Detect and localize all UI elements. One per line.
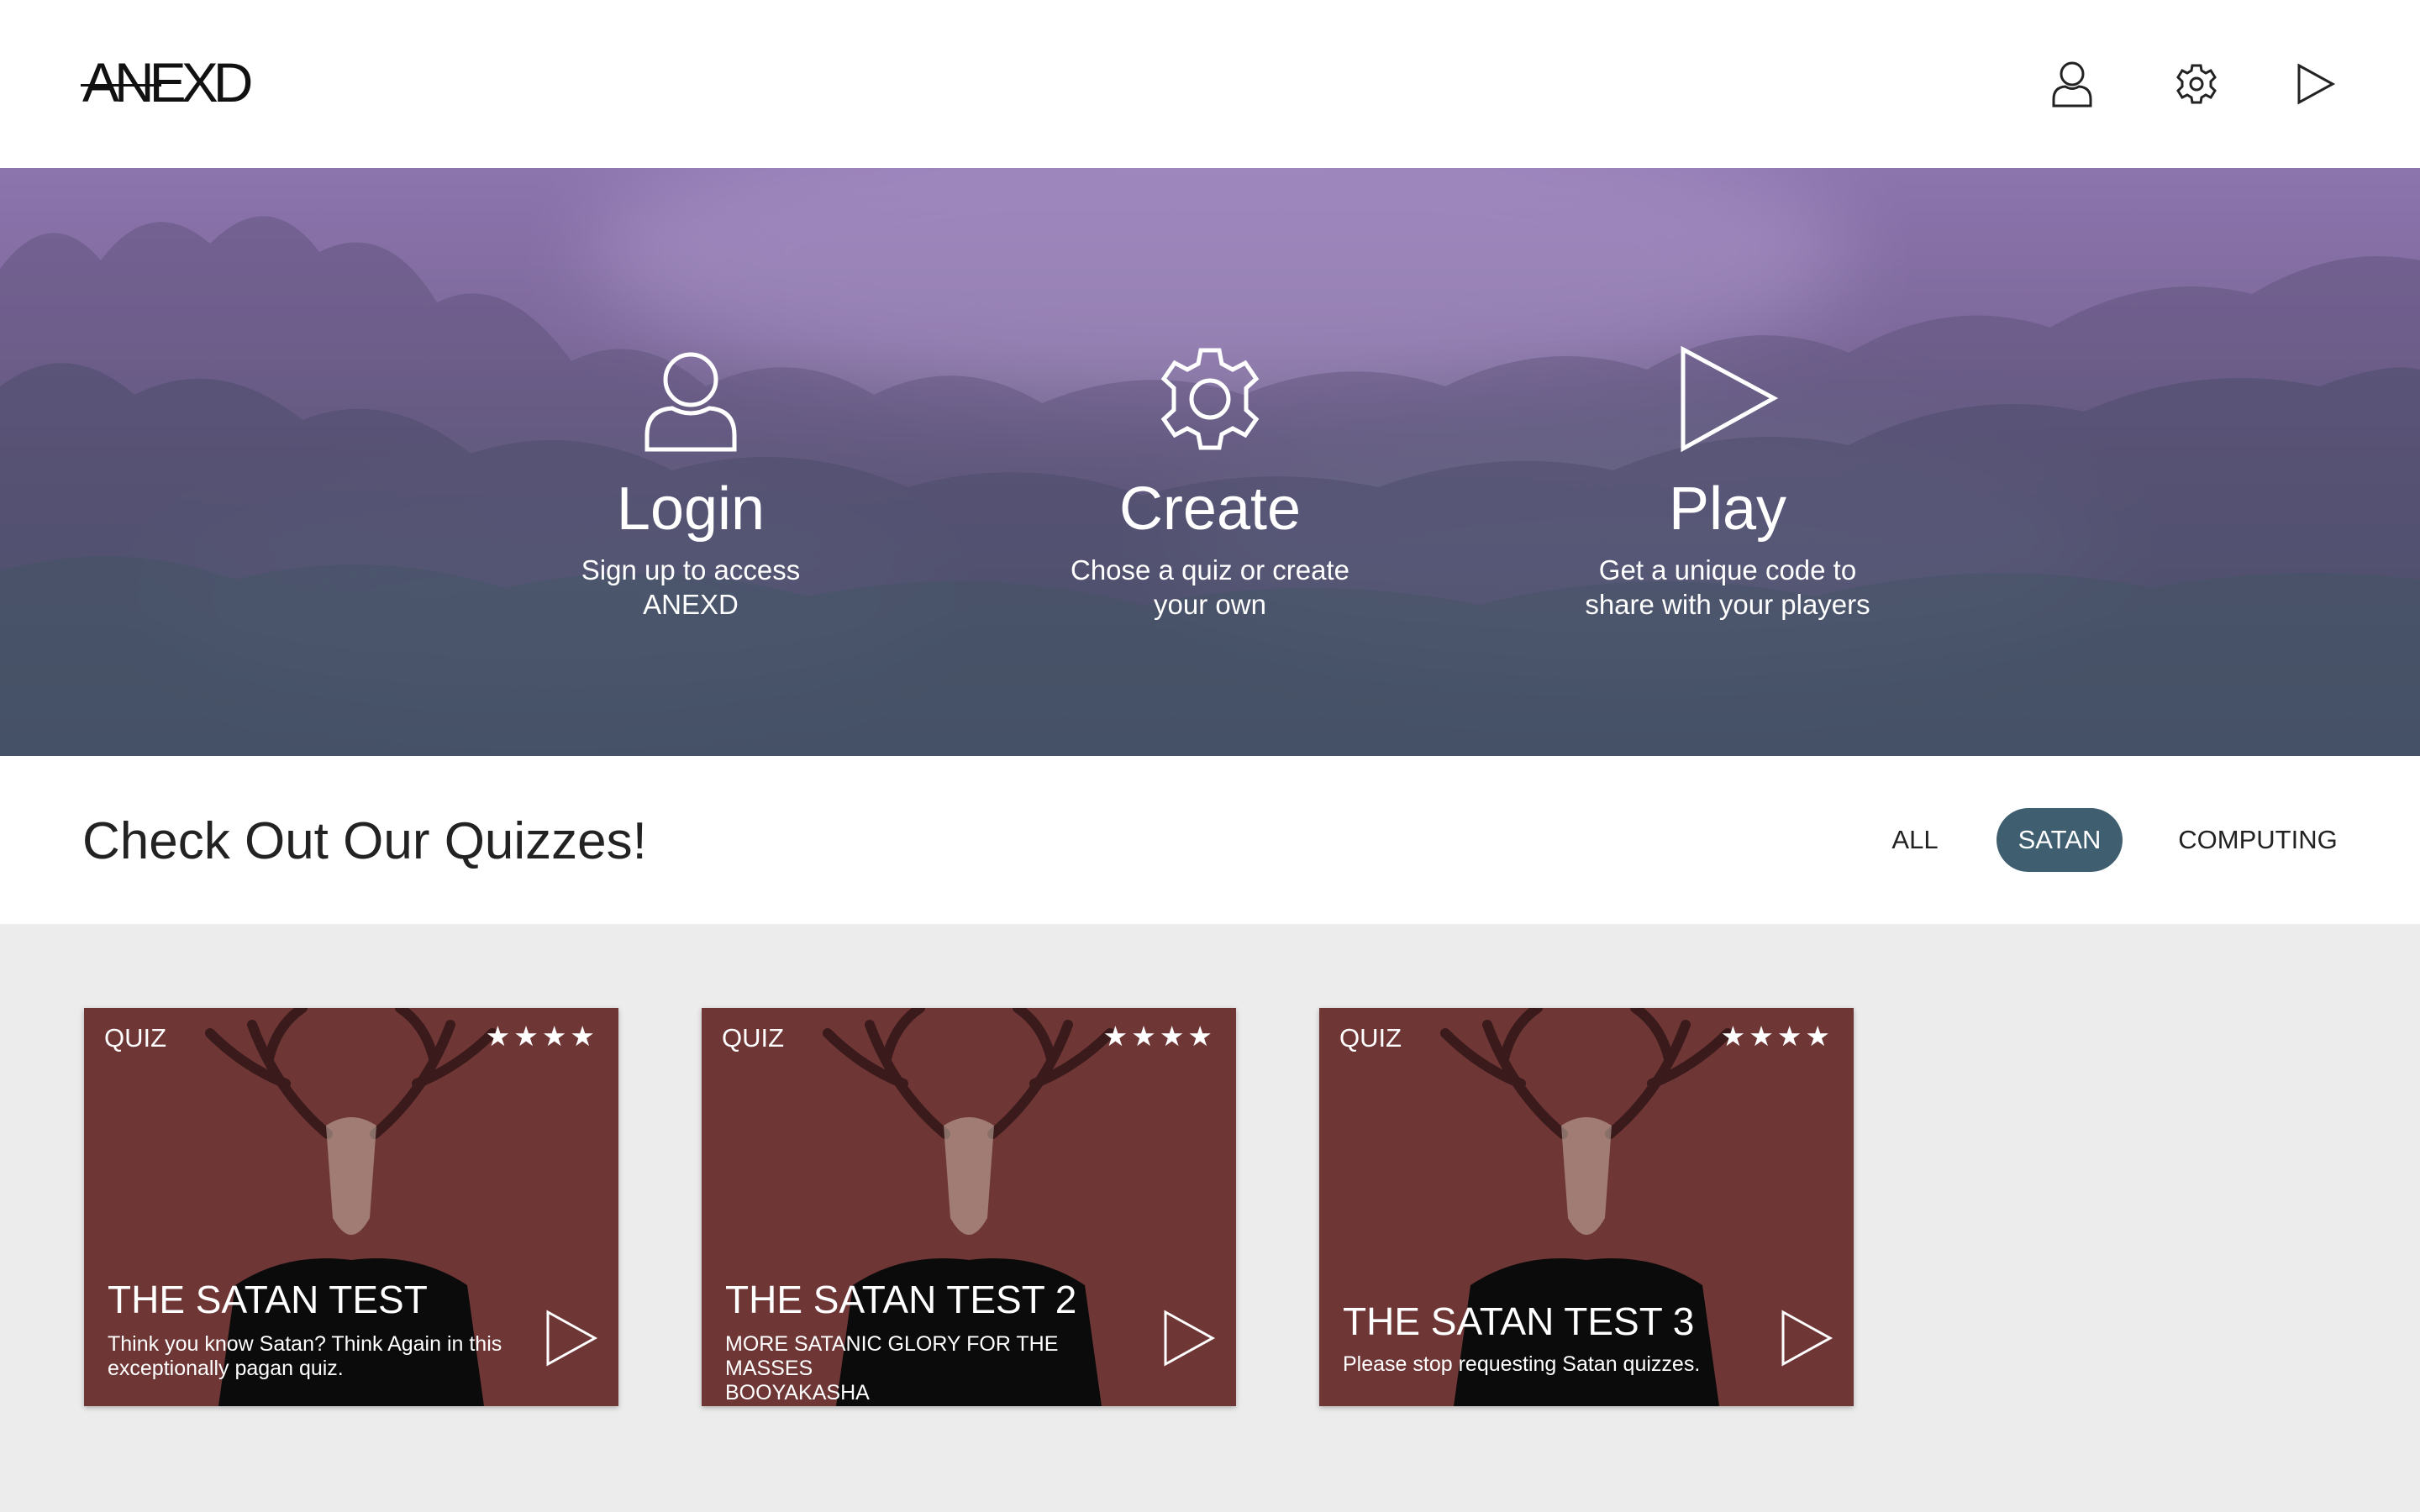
play-icon[interactable] [544, 1309, 598, 1368]
star-rating: ★★★★ [1102, 1021, 1216, 1052]
feature-title: Play [1668, 475, 1787, 543]
card-tag: QUIZ [722, 1023, 785, 1053]
gear-icon [1160, 348, 1260, 450]
hero-banner: Login Sign up to access ANEXD Create Cho… [0, 168, 2420, 756]
feature-play[interactable]: Play Get a unique code to share with you… [1551, 344, 1904, 622]
play-icon[interactable] [1162, 1309, 1216, 1368]
card-title: THE SATAN TEST [108, 1278, 428, 1321]
play-icon [1681, 345, 1779, 453]
card-title: THE SATAN TEST 2 [725, 1278, 1077, 1321]
feature-title: Create [1118, 475, 1302, 543]
play-icon[interactable] [1780, 1309, 1833, 1368]
play-icon[interactable] [2292, 59, 2339, 109]
feature-title: Login [616, 475, 765, 543]
card-description: Think you know Satan? Think Again in thi… [108, 1332, 528, 1381]
card-desc-line: Please stop requesting Satan quizzes. [1343, 1352, 1701, 1376]
filter-all[interactable]: ALL [1870, 808, 1960, 872]
card-desc-line: exceptionally pagan quiz. [108, 1357, 344, 1380]
user-icon [644, 352, 737, 452]
section-title: Check Out Our Quizzes! [82, 812, 647, 870]
card-desc-line: MORE SATANIC GLORY FOR THE MASSES [725, 1332, 1059, 1380]
quiz-card[interactable]: QUIZ ★★★★ THE SATAN TEST 3 Please stop r… [1319, 1008, 1854, 1406]
user-icon[interactable] [2049, 59, 2096, 109]
feature-desc-line: Chose a quiz or create [1070, 554, 1349, 585]
card-description: MORE SATANIC GLORY FOR THE MASSES BOOYAK… [725, 1332, 1145, 1405]
logo-strike [81, 84, 161, 87]
card-tag: QUIZ [104, 1023, 167, 1053]
feature-desc-line: share with your players [1585, 589, 1870, 620]
feature-desc-line: your own [1154, 589, 1266, 620]
card-desc-line: Think you know Satan? Think Again in thi… [108, 1332, 502, 1356]
logo-text: ANEXD [82, 51, 253, 113]
card-title: THE SATAN TEST 3 [1343, 1299, 1695, 1343]
quiz-card[interactable]: QUIZ ★★★★ THE SATAN TEST 2 MORE SATANIC … [702, 1008, 1236, 1406]
card-description: Please stop requesting Satan quizzes. [1343, 1352, 1763, 1377]
card-artwork [1319, 1008, 1854, 1406]
star-rating: ★★★★ [485, 1021, 598, 1052]
feature-description: Get a unique code to share with your pla… [1551, 553, 1904, 622]
feature-description: Sign up to access ANEXD [514, 553, 867, 622]
feature-description: Chose a quiz or create your own [1034, 553, 1386, 622]
feature-login[interactable]: Login Sign up to access ANEXD [514, 344, 867, 622]
card-tag: QUIZ [1339, 1023, 1402, 1053]
feature-desc-line: Sign up to access [581, 554, 801, 585]
filter-computing[interactable]: COMPUTING [2163, 808, 2353, 872]
filter-satan[interactable]: SATAN [1996, 808, 2123, 872]
logo[interactable]: ANEXD [81, 50, 253, 114]
top-header: ANEXD [0, 0, 2420, 168]
feature-create[interactable]: Create Chose a quiz or create your own [1034, 344, 1386, 622]
feature-desc-line: Get a unique code to [1598, 554, 1857, 585]
star-rating: ★★★★ [1720, 1021, 1833, 1052]
card-desc-line: BOOYAKASHA [725, 1381, 870, 1404]
quiz-card[interactable]: QUIZ ★★★★ THE SATAN TEST Think you know … [84, 1008, 618, 1406]
feature-desc-line: ANEXD [643, 589, 739, 620]
quizzes-header-bar: Check Out Our Quizzes! ALL SATAN COMPUTI… [0, 756, 2420, 924]
gear-icon[interactable] [2173, 59, 2220, 109]
